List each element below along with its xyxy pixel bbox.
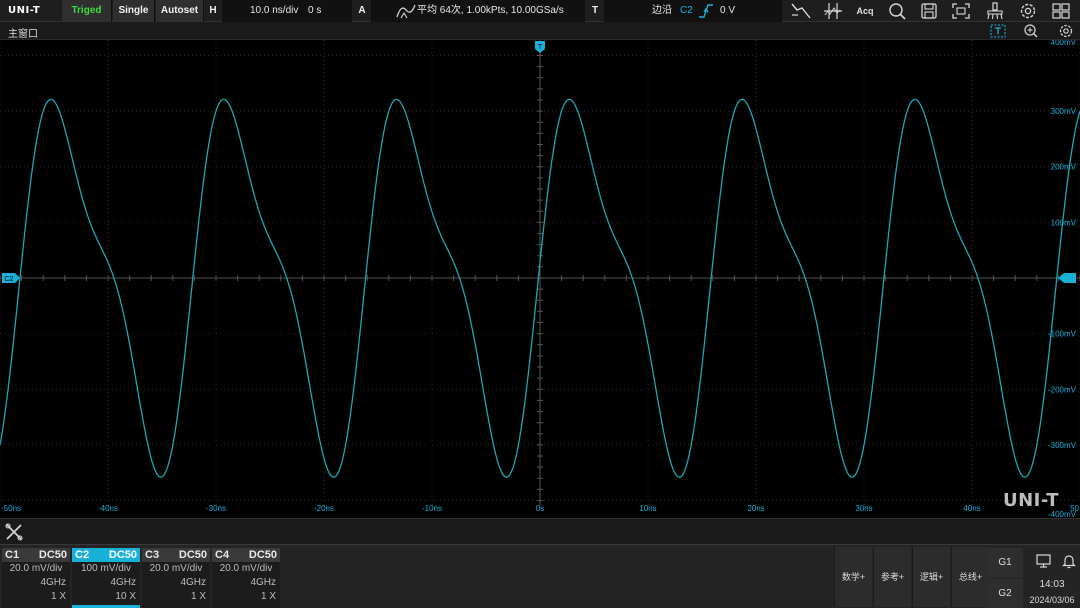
clock-date: 2024/03/06 <box>1029 595 1075 605</box>
search-icon[interactable] <box>884 1 910 21</box>
channel-name: C1 <box>5 549 20 561</box>
x-tick-label: 50 <box>1070 504 1079 513</box>
x-tick-label: 10ns <box>639 504 656 513</box>
trigger-label: T <box>591 5 599 16</box>
notification-bell-icon[interactable] <box>1061 553 1077 569</box>
settings-icon[interactable] <box>1015 1 1041 21</box>
channel-probe: 1 X <box>190 591 206 602</box>
channel-bandwidth: 4GHz <box>110 577 136 588</box>
channel-panel-c1[interactable]: C1 DC50 20.0 mV/div 4GHz 1 X <box>2 548 70 608</box>
trigger-status[interactable]: Triged <box>62 0 112 22</box>
acquire-label: A <box>358 5 366 16</box>
channel-name: C3 <box>145 549 160 561</box>
acquire-run-icon <box>396 4 416 19</box>
graticule <box>0 40 1080 506</box>
math-button[interactable]: 数学+ <box>834 547 872 607</box>
channel-header: C3 DC50 <box>142 548 210 562</box>
y-tick-label: 200mV <box>1051 163 1077 172</box>
channel-probe: 1 X <box>50 591 66 602</box>
timebase-value: 10.0 ns/div <box>250 5 299 16</box>
time-offset-value: 0 s <box>308 5 322 16</box>
trigger-level-marker <box>1058 273 1076 283</box>
single-button[interactable]: Single <box>113 0 155 22</box>
x-tick-label: 0s <box>536 504 544 513</box>
tools-icon[interactable] <box>4 522 24 542</box>
clear-icon[interactable] <box>982 1 1008 21</box>
brand-logo: UNI-T <box>8 5 41 16</box>
channel-panel-c4[interactable]: C4 DC50 20.0 mV/div 4GHz 1 X <box>212 548 280 608</box>
horizontal-label: H <box>209 5 217 16</box>
g2-button[interactable]: G2 <box>987 579 1023 608</box>
channel-scale: 20.0 mV/div <box>149 563 203 574</box>
trigger-source: C2 <box>680 5 693 16</box>
channel-panel-c2[interactable]: C2 DC50 100 mV/div 4GHz 10 X <box>72 548 140 608</box>
channel-coupling: DC50 <box>38 549 67 561</box>
channel-coupling: DC50 <box>248 549 277 561</box>
window-settings-icon[interactable] <box>1056 23 1076 39</box>
clock-time: 14:03 <box>1039 579 1065 590</box>
acq-icon[interactable]: Acq <box>852 1 878 21</box>
x-tick-label: -30ns <box>206 504 226 513</box>
measure-icon[interactable] <box>820 1 846 21</box>
y-tick-label: 400mV <box>1051 40 1077 47</box>
waveform-plot: 400mV 300mV 200mV 100mV -100mV -200mV -300mV -4… <box>0 40 1080 518</box>
channel-probe: 10 X <box>115 591 136 602</box>
channel-panel-c3[interactable]: C3 DC50 20.0 mV/div 4GHz 1 X <box>142 548 210 608</box>
save-icon[interactable] <box>916 1 942 21</box>
y-tick-label: 100mV <box>1051 218 1077 227</box>
channel-bandwidth: 4GHz <box>180 577 206 588</box>
ref-button[interactable]: 参考+ <box>873 547 911 607</box>
trigger-panel[interactable]: 边沿 C2 0 V <box>604 0 782 22</box>
x-tick-label: -40ns <box>98 504 118 513</box>
channel-bandwidth: 4GHz <box>250 577 276 588</box>
channel-coupling: DC50 <box>108 549 137 561</box>
x-tick-label: 40ns <box>963 504 980 513</box>
trigger-level: 0 V <box>720 5 736 16</box>
waveform-display[interactable]: 400mV 300mV 200mV 100mV -100mV -200mV -300mV -4… <box>0 40 1080 518</box>
channel-marker-label: C2 <box>5 276 14 283</box>
channel-scale: 20.0 mV/div <box>219 563 273 574</box>
channel-bandwidth: 4GHz <box>40 577 66 588</box>
y-tick-label: -300mV <box>1048 441 1077 450</box>
network-icon[interactable] <box>1035 553 1053 569</box>
channel-scale: 20.0 mV/div <box>9 563 63 574</box>
horizontal-panel[interactable]: 10.0 ns/div 0 s <box>222 0 352 22</box>
y-tick-label: -200mV <box>1048 385 1077 394</box>
trigger-marker-label: T <box>538 44 543 51</box>
cursor-icon[interactable] <box>788 1 814 21</box>
autoset-button[interactable]: Autoset <box>156 0 204 22</box>
rising-edge-icon <box>699 4 713 18</box>
y-tick-label: -100mV <box>1048 330 1077 339</box>
layout-icon[interactable] <box>1048 1 1074 21</box>
channel-header: C1 DC50 <box>2 548 70 562</box>
channel-probe: 1 X <box>260 591 276 602</box>
trigger-type: 边沿 <box>652 5 672 16</box>
tools-row <box>0 518 1080 544</box>
zoom-in-icon[interactable] <box>1021 23 1041 39</box>
channel-scale: 100 mV/div <box>80 563 132 574</box>
zoom-window-icon[interactable] <box>988 23 1008 39</box>
top-toolbar: UNI-T Triged Single Autoset H 10.0 ns/di… <box>0 0 1080 22</box>
channel-coupling: DC50 <box>178 549 207 561</box>
x-tick-label: -10ns <box>422 504 442 513</box>
bus-button[interactable]: 总线+ <box>951 547 989 607</box>
channel-header: C2 DC50 <box>72 548 140 562</box>
x-tick-label: 20ns <box>747 504 764 513</box>
acquire-panel[interactable]: 平均 64次, 1.00kPts, 10.00GSa/s <box>371 0 585 22</box>
acquire-info: 平均 64次, 1.00kPts, 10.00GSa/s <box>417 5 564 16</box>
channel-name: C4 <box>215 549 230 561</box>
bottom-bar: C1 DC50 20.0 mV/div 4GHz 1 X C2 DC50 100 mV/div… <box>0 544 1080 608</box>
screenshot-icon[interactable] <box>948 1 974 21</box>
watermark-logo: UNI-T <box>1003 490 1059 511</box>
window-header: 主窗口 <box>0 22 1080 40</box>
logic-button[interactable]: 逻辑+ <box>912 547 950 607</box>
g1-button[interactable]: G1 <box>987 548 1023 578</box>
x-tick-label: -50ns <box>1 504 21 513</box>
x-tick-label: -20ns <box>314 504 334 513</box>
channel-header: C4 DC50 <box>212 548 280 562</box>
y-tick-label: 300mV <box>1051 107 1077 116</box>
window-title: 主窗口 <box>8 29 38 40</box>
channel-name: C2 <box>75 549 90 561</box>
x-tick-label: 30ns <box>855 504 872 513</box>
